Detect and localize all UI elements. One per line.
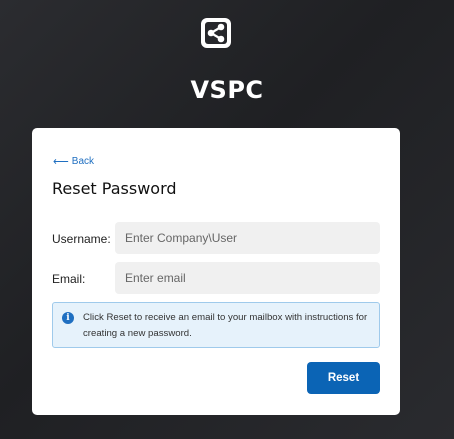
back-link-label: Back (71, 156, 95, 167)
email-input[interactable] (115, 262, 380, 294)
info-icon: i (62, 312, 74, 324)
email-label: Email: (52, 272, 86, 286)
info-message: i Click Reset to receive an email to you… (52, 302, 380, 348)
reset-password-card: ⟵ Back Reset Password Username: Email: i… (32, 128, 400, 415)
username-label: Username: (52, 232, 111, 246)
app-title: VSPC (190, 76, 264, 104)
info-message-text: Click Reset to receive an email to your … (83, 312, 368, 339)
page-title: Reset Password (52, 179, 177, 198)
back-link[interactable]: ⟵ Back (53, 156, 94, 167)
app-logo-icon (201, 18, 231, 48)
username-input[interactable] (115, 222, 380, 254)
arrow-left-icon: ⟵ (53, 155, 69, 168)
reset-button[interactable]: Reset (307, 362, 380, 394)
